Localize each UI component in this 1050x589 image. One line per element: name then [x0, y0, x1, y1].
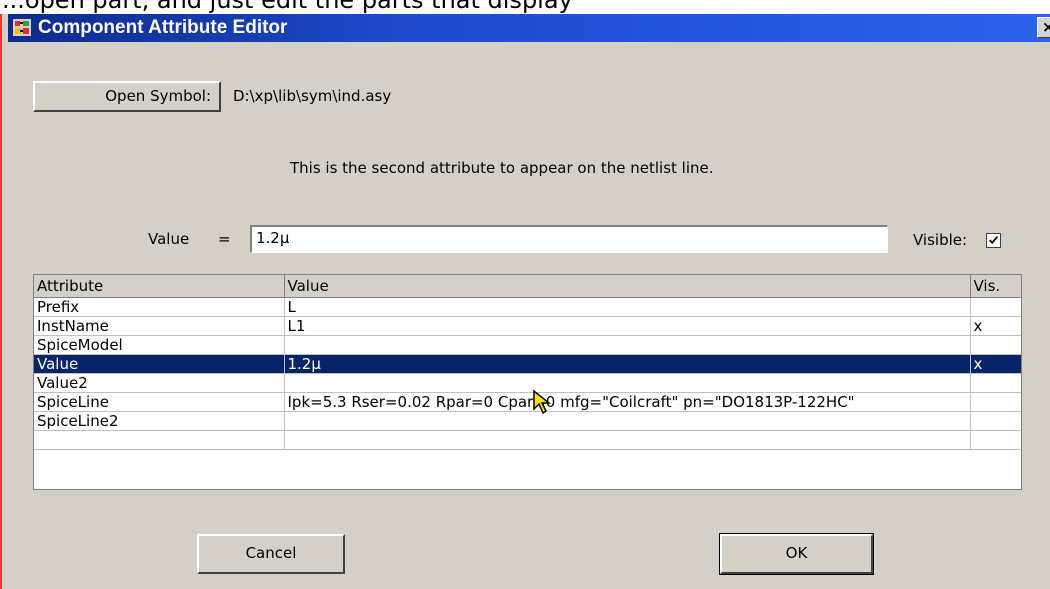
attribute-cell: SpiceLine — [34, 392, 285, 412]
attribute-cell — [34, 430, 285, 450]
attribute-cell: InstName — [34, 316, 285, 336]
value-cell: Ipk=5.3 Rser=0.02 Rpar=0 Cpar=0 mfg="Coi… — [284, 392, 971, 412]
vis-cell — [970, 411, 1021, 431]
vis-cell — [970, 430, 1021, 450]
mouse-pointer-icon — [533, 389, 552, 415]
window-title: Component Attribute Editor — [38, 17, 288, 38]
vis-cell — [970, 392, 1021, 412]
attribute-name-label: Value — [148, 230, 190, 248]
ok-button[interactable]: OK — [719, 533, 874, 575]
table-row[interactable]: SpiceLine Ipk=5.3 Rser=0.02 Rpar=0 Cpar=… — [34, 392, 1021, 412]
close-button[interactable]: × — [1037, 17, 1050, 38]
visible-label: Visible: — [913, 231, 968, 249]
table-row[interactable]: Prefix L — [34, 297, 1021, 317]
value-cell — [284, 373, 971, 393]
table-row[interactable]: Value2 — [34, 373, 1021, 393]
attribute-cell: SpiceLine2 — [34, 411, 285, 431]
value-cell: 1.2µ — [284, 354, 971, 374]
background-document-strip: ...open part, and just edit the parts th… — [0, 0, 1050, 14]
value-cell — [284, 430, 971, 450]
attribute-cell: SpiceModel — [34, 335, 285, 355]
attribute-cell: Prefix — [34, 297, 285, 317]
attribute-table[interactable]: Attribute Value Vis. Prefix L InstName L… — [33, 274, 1022, 490]
component-app-icon — [13, 19, 31, 36]
attribute-hint: This is the second attribute to appear o… — [290, 159, 714, 177]
visible-checkbox[interactable] — [986, 233, 1001, 248]
table-header-row: Attribute Value Vis. — [34, 275, 1021, 298]
background-text: ...open part, and just edit the parts th… — [2, 0, 573, 14]
attribute-cell: Value — [34, 354, 285, 374]
cancel-button[interactable]: Cancel — [197, 534, 345, 574]
table-row[interactable]: InstName L1 x — [34, 316, 1021, 336]
value-cell: L1 — [284, 316, 971, 336]
table-row[interactable] — [34, 430, 1021, 450]
table-row-selected[interactable]: Value 1.2µ x — [34, 354, 1021, 374]
value-cell — [284, 335, 971, 355]
table-row[interactable]: SpiceLine2 — [34, 411, 1021, 431]
table-row[interactable]: SpiceModel — [34, 335, 1021, 355]
equals-sign: = — [218, 230, 231, 248]
vis-cell: x — [970, 354, 1021, 374]
value-cell: L — [284, 297, 971, 317]
close-icon: × — [1042, 18, 1050, 36]
column-header-value[interactable]: Value — [284, 275, 971, 298]
vis-cell — [970, 373, 1021, 393]
title-bar[interactable]: Component Attribute Editor × — [8, 14, 1050, 42]
symbol-path: D:\xp\lib\sym\ind.asy — [233, 87, 392, 105]
attribute-value-input[interactable]: 1.2µ — [250, 225, 888, 253]
vis-cell: x — [970, 316, 1021, 336]
value-cell — [284, 411, 971, 431]
column-header-attribute[interactable]: Attribute — [34, 275, 285, 298]
window-left-border — [0, 14, 8, 589]
vis-cell — [970, 297, 1021, 317]
attribute-cell: Value2 — [34, 373, 285, 393]
column-header-vis[interactable]: Vis. — [970, 275, 1021, 298]
open-symbol-button[interactable]: Open Symbol: — [33, 81, 221, 112]
vis-cell — [970, 335, 1021, 355]
